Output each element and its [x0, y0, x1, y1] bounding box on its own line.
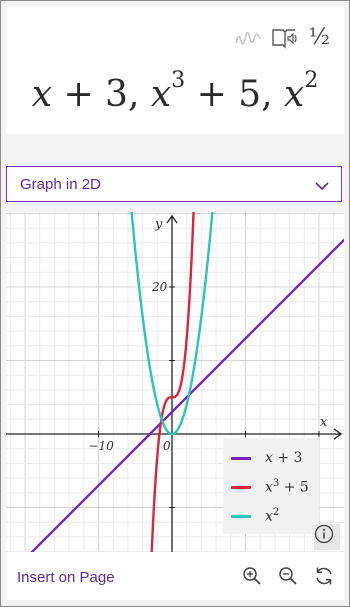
graph-canvas[interactable]: −10 0 20 x y x + 3 x3 + 5 x2: [6, 212, 344, 552]
graph-legend: x + 3 x3 + 5 x2: [223, 438, 319, 534]
x-axis-label: x: [320, 415, 328, 430]
fraction-format-button[interactable]: ½: [309, 27, 330, 49]
legend-label: x2: [265, 507, 280, 525]
graph-mode-dropdown[interactable]: Graph in 2D: [6, 166, 342, 202]
expression-card: ½ x + 3, x3 + 5, x2: [6, 6, 344, 134]
tick-label-y-20: 20: [151, 280, 168, 294]
legend-swatch: [231, 485, 251, 489]
zoom-out-icon[interactable]: [276, 564, 300, 588]
legend-entry: x + 3: [231, 448, 302, 468]
tick-label-origin: 0: [163, 439, 171, 453]
legend-entry: x2: [231, 506, 279, 526]
ink-replay-icon[interactable]: [233, 27, 263, 49]
graph-footer: Insert on Page: [6, 552, 344, 600]
chevron-down-icon: [315, 178, 329, 196]
legend-swatch: [231, 514, 251, 518]
expr-exp-3: 2: [304, 68, 319, 93]
legend-swatch: [231, 456, 251, 460]
expr-var-1: x: [31, 74, 52, 115]
expr-rest-1: + 3,: [52, 74, 151, 115]
insert-on-page-button[interactable]: Insert on Page: [17, 569, 115, 586]
tick-label-x-neg10: −10: [89, 439, 115, 453]
zoom-in-icon[interactable]: [240, 564, 264, 588]
immersive-reader-icon[interactable]: [271, 26, 301, 50]
math-expression: x + 3, x3 + 5, x2: [6, 68, 344, 115]
expr-var-3: x: [284, 74, 305, 115]
refresh-icon[interactable]: [312, 564, 336, 588]
expr-var-2: x: [150, 74, 172, 115]
legend-label: x3 + 5: [265, 478, 309, 496]
legend-label: x + 3: [265, 450, 303, 466]
legend-entry: x3 + 5: [231, 477, 309, 497]
expr-rest-2: + 5,: [185, 74, 284, 115]
info-icon[interactable]: [314, 524, 340, 550]
graph-mode-selected: Graph in 2D: [20, 176, 101, 193]
expression-tools: ½: [233, 26, 330, 50]
expr-exp-2: 3: [171, 68, 186, 93]
y-axis-label: y: [154, 217, 163, 232]
